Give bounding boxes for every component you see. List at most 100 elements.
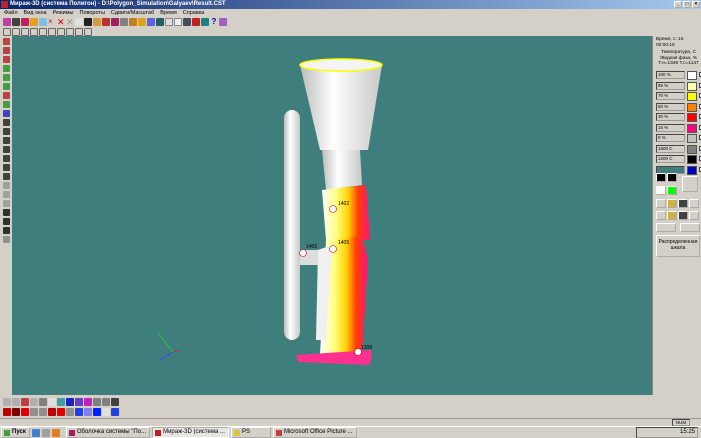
open-folder2-icon[interactable] [667, 211, 677, 220]
legend-label[interactable]: 50 % [656, 102, 685, 111]
collapse-icon[interactable] [2, 218, 10, 225]
move-right-icon[interactable] [2, 128, 10, 135]
open-folder-icon[interactable] [667, 199, 677, 208]
legend-swatch[interactable] [687, 92, 697, 101]
task-shell[interactable]: Оболочка системы "По... [65, 427, 151, 438]
legend-label[interactable]: 70 % [656, 92, 685, 100]
legend-swatch[interactable] [687, 134, 697, 143]
legend-label[interactable]: 100 % [656, 71, 685, 79]
tool-icon[interactable] [57, 398, 65, 406]
shade-icon[interactable] [3, 408, 11, 416]
view-icon[interactable] [12, 18, 20, 26]
delete-icon[interactable]: × [48, 18, 56, 26]
cube2-icon[interactable] [138, 18, 146, 26]
legend-label[interactable]: 15 % [656, 123, 685, 132]
rotate-green3-icon[interactable] [2, 83, 10, 90]
legend-label[interactable]: 30 % [656, 113, 685, 121]
legend-swatch[interactable] [687, 113, 697, 122]
start-button[interactable]: Пуск [1, 427, 30, 438]
menu-file[interactable]: Файл [4, 9, 18, 17]
table-icon[interactable] [183, 18, 191, 26]
cube3-icon[interactable] [147, 18, 155, 26]
copy2-icon[interactable] [689, 211, 699, 220]
rotate-red-icon[interactable] [2, 92, 10, 99]
fit-icon[interactable] [2, 173, 10, 180]
rotate-green4-icon[interactable] [2, 101, 10, 108]
shade-icon[interactable] [21, 408, 29, 416]
tool-icon[interactable] [12, 398, 20, 406]
rotate-green2-icon[interactable] [2, 74, 10, 81]
page-icon[interactable] [2, 182, 10, 189]
camera-icon[interactable] [156, 18, 164, 26]
fit-view-icon[interactable] [656, 199, 666, 208]
tool-icon[interactable] [84, 398, 92, 406]
color-black2-button[interactable] [667, 173, 677, 182]
legend-swatch[interactable] [687, 102, 697, 112]
move-up-icon[interactable] [2, 137, 10, 144]
tool-icon[interactable] [48, 398, 56, 406]
delete-all-icon[interactable]: ✕ [57, 18, 65, 27]
desktop-icon[interactable] [41, 428, 50, 437]
frame-icon[interactable] [174, 18, 182, 26]
legend-swatch[interactable] [687, 155, 697, 164]
ie-icon[interactable] [31, 428, 40, 437]
arrows-icon[interactable] [656, 223, 676, 232]
menu-shift-scale[interactable]: Сдвиги/Масштаб [111, 9, 154, 17]
frame-view-icon[interactable] [656, 211, 666, 220]
tool-icon[interactable] [93, 398, 101, 406]
align-top-icon[interactable] [3, 28, 11, 36]
legend-swatch[interactable] [687, 165, 697, 175]
legend-swatch[interactable] [687, 81, 697, 91]
tool-icon[interactable] [111, 398, 119, 406]
rotate-z-icon[interactable] [2, 56, 10, 63]
image-icon[interactable] [2, 236, 10, 243]
grid-icon[interactable] [165, 18, 173, 26]
menu-rotations[interactable]: Повороты [80, 9, 105, 17]
color-white-button[interactable] [656, 186, 666, 195]
tool-icon[interactable] [102, 398, 110, 406]
save-icon[interactable] [84, 18, 92, 26]
open-icon[interactable] [3, 18, 11, 26]
legend-label[interactable]: 1500 C [656, 144, 685, 153]
tool-icon[interactable] [75, 398, 83, 406]
minimize-button[interactable]: _ [674, 1, 682, 8]
menu-view[interactable]: Вид окна [24, 9, 47, 17]
probe-marker[interactable] [329, 205, 337, 213]
3d-viewport[interactable]: 1402 1405 1406 1308 [12, 36, 652, 395]
clear-icon[interactable]: ✕ [66, 18, 74, 27]
shade-icon[interactable] [84, 408, 92, 416]
cut-icon[interactable] [75, 18, 83, 26]
flag-icon[interactable] [192, 18, 200, 26]
expand-icon[interactable] [2, 209, 10, 216]
task-ps[interactable]: PS [230, 427, 271, 438]
align-mid-icon[interactable] [12, 28, 20, 36]
legend-label[interactable]: 85 % [656, 81, 685, 90]
shade-icon[interactable] [48, 408, 56, 416]
shade-icon[interactable] [57, 408, 65, 416]
align-up-icon[interactable] [21, 28, 29, 36]
tool-icon[interactable] [30, 398, 38, 406]
shade-icon[interactable] [111, 408, 119, 416]
reset-view-icon[interactable] [2, 110, 10, 117]
tool-icon[interactable] [21, 398, 29, 406]
tool-icon[interactable] [66, 398, 74, 406]
tool-icon[interactable] [39, 398, 47, 406]
legend-label[interactable]: 0 % [656, 134, 685, 142]
about-icon[interactable] [219, 18, 227, 26]
color-icon[interactable] [21, 18, 29, 26]
firefox-icon[interactable] [51, 428, 60, 437]
tool-icon[interactable] [3, 398, 11, 406]
stretch-icon[interactable] [84, 28, 92, 36]
move-down-icon[interactable] [2, 146, 10, 153]
move-left-icon[interactable] [2, 119, 10, 126]
shade-icon[interactable] [66, 408, 74, 416]
legend-swatch[interactable] [687, 123, 697, 133]
zoom-in-icon[interactable] [2, 155, 10, 162]
color-green-button[interactable] [667, 186, 677, 195]
menu-time[interactable]: Время [160, 9, 177, 17]
shade-icon[interactable] [12, 408, 20, 416]
distribution-scale-button[interactable]: Распределенная шкала [656, 235, 700, 257]
page3-icon[interactable] [2, 200, 10, 207]
align-down-icon[interactable] [39, 28, 47, 36]
grid-lines-icon[interactable] [30, 28, 38, 36]
